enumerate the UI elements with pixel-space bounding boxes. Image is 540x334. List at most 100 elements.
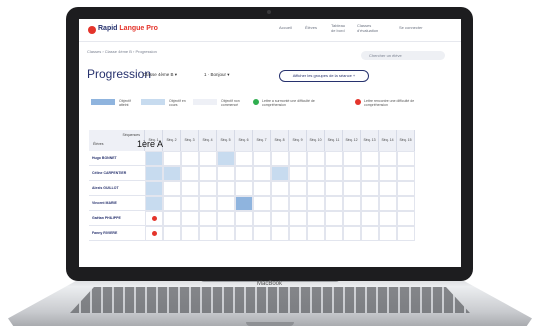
progress-cell[interactable]: [379, 226, 397, 241]
nav-login[interactable]: Se connecter: [399, 25, 423, 30]
progress-cell[interactable]: [343, 211, 361, 226]
progress-cell[interactable]: [199, 211, 217, 226]
progress-cell[interactable]: [181, 151, 199, 166]
nav-eleves[interactable]: Élèves: [305, 25, 317, 30]
progress-cell[interactable]: [145, 151, 163, 166]
progress-cell[interactable]: [307, 166, 325, 181]
progress-cell[interactable]: [343, 166, 361, 181]
app-logo[interactable]: Rapid Langue Pro: [98, 25, 158, 32]
progress-cell[interactable]: [181, 196, 199, 211]
progress-cell[interactable]: [289, 151, 307, 166]
progress-cell[interactable]: [217, 196, 235, 211]
column-header[interactable]: Séq. 8: [271, 130, 289, 151]
student-name[interactable]: Alexis GUILLOT: [89, 181, 145, 196]
progress-cell[interactable]: [271, 151, 289, 166]
progress-cell[interactable]: [163, 196, 181, 211]
progress-cell[interactable]: [289, 196, 307, 211]
progress-cell[interactable]: [271, 166, 289, 181]
progress-cell[interactable]: [253, 211, 271, 226]
progress-cell[interactable]: [325, 181, 343, 196]
progress-cell[interactable]: [271, 196, 289, 211]
progress-cell[interactable]: [145, 226, 163, 241]
class-select[interactable]: Classe 4ème B ▾: [143, 72, 177, 78]
progress-cell[interactable]: [145, 181, 163, 196]
progress-cell[interactable]: [343, 226, 361, 241]
progress-cell[interactable]: [163, 166, 181, 181]
progress-cell[interactable]: [379, 151, 397, 166]
progress-cell[interactable]: [289, 181, 307, 196]
progress-cell[interactable]: [271, 181, 289, 196]
column-header[interactable]: Séq. 3: [181, 130, 199, 151]
column-header[interactable]: Séq. 9: [289, 130, 307, 151]
progress-cell[interactable]: [361, 151, 379, 166]
column-header[interactable]: Séq. 11: [325, 130, 343, 151]
progress-cell[interactable]: [325, 196, 343, 211]
student-name[interactable]: Céline CARPENTIER: [89, 166, 145, 181]
progress-cell[interactable]: [361, 211, 379, 226]
progress-cell[interactable]: [199, 181, 217, 196]
progress-cell[interactable]: [325, 211, 343, 226]
progress-cell[interactable]: [163, 226, 181, 241]
progress-cell[interactable]: [307, 196, 325, 211]
progress-cell[interactable]: [289, 211, 307, 226]
progress-cell[interactable]: [235, 151, 253, 166]
column-header[interactable]: Séq. 2: [163, 130, 181, 151]
progress-cell[interactable]: [397, 226, 415, 241]
progress-cell[interactable]: [235, 196, 253, 211]
progress-cell[interactable]: [343, 181, 361, 196]
progress-cell[interactable]: [253, 181, 271, 196]
progress-cell[interactable]: [361, 181, 379, 196]
progress-cell[interactable]: [217, 166, 235, 181]
progress-cell[interactable]: [379, 196, 397, 211]
progress-cell[interactable]: [199, 151, 217, 166]
progress-cell[interactable]: [181, 181, 199, 196]
progress-cell[interactable]: [343, 196, 361, 211]
search-input[interactable]: Chercher un élève: [361, 51, 445, 60]
progress-cell[interactable]: [361, 226, 379, 241]
lesson-select[interactable]: 1 · Bonjour ▾: [204, 72, 230, 78]
progress-cell[interactable]: [145, 166, 163, 181]
column-header[interactable]: Séq. 13: [361, 130, 379, 151]
progress-cell[interactable]: [145, 196, 163, 211]
progress-cell[interactable]: [397, 151, 415, 166]
progress-cell[interactable]: [217, 151, 235, 166]
progress-cell[interactable]: [289, 226, 307, 241]
progress-cell[interactable]: [235, 181, 253, 196]
progress-cell[interactable]: [253, 226, 271, 241]
column-header[interactable]: Séq. 7: [253, 130, 271, 151]
progress-cell[interactable]: [397, 166, 415, 181]
progress-cell[interactable]: [199, 196, 217, 211]
column-header[interactable]: Séq. 6: [235, 130, 253, 151]
progress-cell[interactable]: [307, 181, 325, 196]
show-groups-toggle[interactable]: Afficher les groupes de la séance +: [279, 70, 369, 82]
progress-cell[interactable]: [379, 166, 397, 181]
progress-cell[interactable]: [361, 166, 379, 181]
progress-cell[interactable]: [379, 211, 397, 226]
progress-cell[interactable]: [325, 166, 343, 181]
student-name[interactable]: Vincent MARIE: [89, 196, 145, 211]
progress-cell[interactable]: [271, 211, 289, 226]
progress-cell[interactable]: [253, 166, 271, 181]
progress-cell[interactable]: [397, 196, 415, 211]
progress-cell[interactable]: [271, 226, 289, 241]
progress-cell[interactable]: [163, 211, 181, 226]
nav-accueil[interactable]: Accueil: [279, 25, 292, 30]
progress-cell[interactable]: [163, 181, 181, 196]
nav-tableau[interactable]: Tableau de bord: [331, 23, 345, 33]
column-header[interactable]: Séq. 5: [217, 130, 235, 151]
progress-cell[interactable]: [397, 181, 415, 196]
progress-cell[interactable]: [145, 211, 163, 226]
progress-cell[interactable]: [181, 226, 199, 241]
progress-cell[interactable]: [325, 226, 343, 241]
progress-cell[interactable]: [235, 166, 253, 181]
progress-cell[interactable]: [307, 151, 325, 166]
progress-cell[interactable]: [379, 181, 397, 196]
column-header[interactable]: Séq. 4: [199, 130, 217, 151]
progress-cell[interactable]: [253, 151, 271, 166]
progress-cell[interactable]: [217, 211, 235, 226]
progress-cell[interactable]: [217, 226, 235, 241]
progress-cell[interactable]: [235, 226, 253, 241]
column-header[interactable]: Séq. 12: [343, 130, 361, 151]
progress-cell[interactable]: [199, 166, 217, 181]
nav-classes[interactable]: Classes d'évaluation: [357, 23, 378, 33]
